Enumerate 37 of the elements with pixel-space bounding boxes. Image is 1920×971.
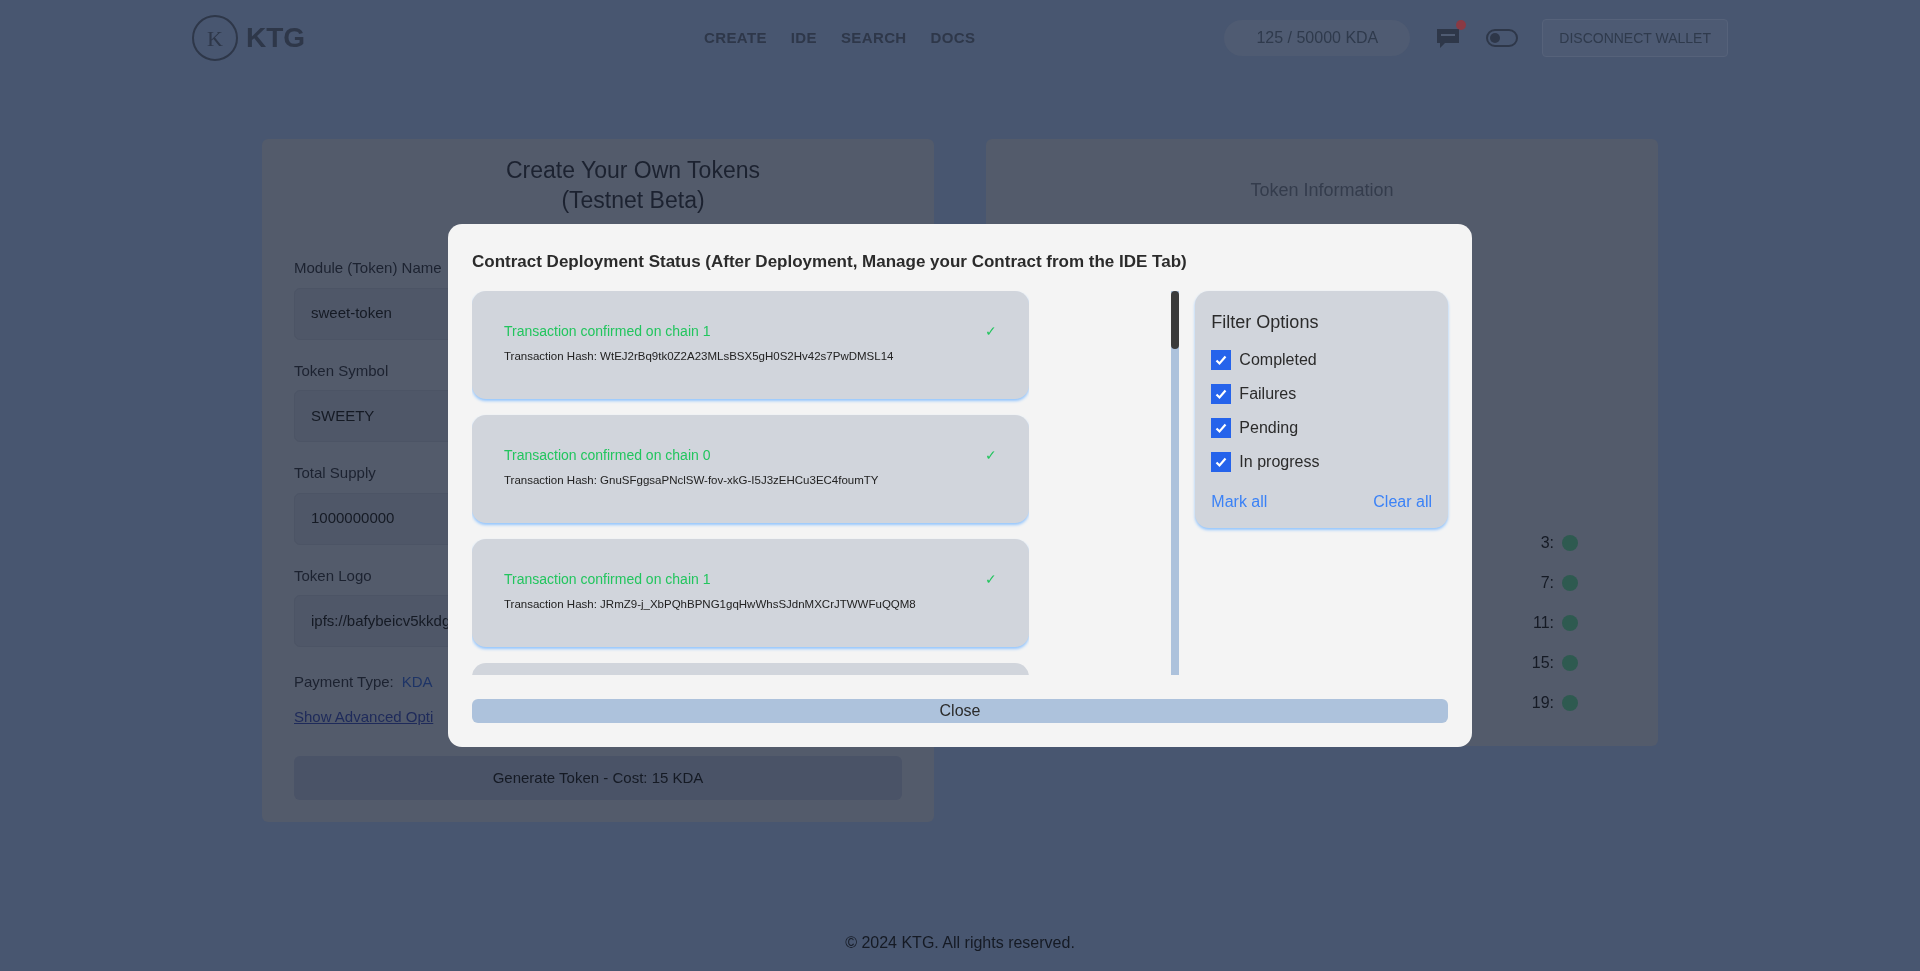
scrollbar[interactable]: [1171, 290, 1180, 675]
chain-label: 15:: [1531, 653, 1554, 673]
chain-label: 3:: [1540, 533, 1554, 553]
mark-all-link[interactable]: Mark all: [1211, 489, 1268, 514]
field-label: Token Logo: [294, 565, 372, 586]
transaction-status: Transaction confirmed on chain 0: [504, 445, 711, 465]
transaction-status: Transaction confirmed on chain 1: [504, 569, 711, 589]
footer-text: © 2024 KTG. All rights reserved.: [845, 933, 1075, 953]
payment-type-label: Payment Type:: [294, 672, 394, 692]
chain-label: 7:: [1540, 573, 1554, 593]
checkbox[interactable]: [1211, 383, 1232, 404]
generate-token-button[interactable]: Generate Token - Cost: 15 KDA: [294, 756, 902, 800]
chain-label: 11:: [1532, 613, 1554, 633]
filter-title: Filter Options: [1211, 310, 1320, 334]
field-label: Token Symbol: [294, 360, 389, 381]
dialog-title: Contract Deployment Status (After Deployment, Manage your Contract from the IDE Tab): [472, 251, 1188, 273]
checkbox-label: Failures: [1239, 383, 1297, 404]
transaction-hash: Transaction Hash: WtEJ2rBq9tk0Z2A23MLsBSX5gH0S2Hv42s7PwDMSL14: [504, 348, 895, 364]
transaction-hash: Transaction Hash: GnuSFggsaPNclSW-fov-xkG-I5J3zEHCu3EC4foumTY: [504, 472, 880, 488]
checkbox-label: Completed: [1239, 349, 1317, 370]
checkbox[interactable]: [1211, 349, 1232, 370]
close-button[interactable]: Close: [472, 698, 1448, 723]
checkbox-label: In progress: [1239, 451, 1320, 472]
checkbox[interactable]: [1211, 417, 1232, 438]
transaction-status: Transaction confirmed on chain 1: [504, 321, 711, 341]
checkbox-label: Pending: [1239, 417, 1299, 438]
chain-label: 19:: [1531, 693, 1554, 713]
check-mark: ✓: [985, 321, 998, 341]
transaction-hash: Transaction Hash: JRmZ9-j_XbPQhBPNG1gqHwWhsSJdnMXCrJTWWFuQQM8: [504, 596, 917, 612]
field-label: Total Supply: [294, 463, 376, 483]
theme-toggle[interactable]: [1486, 29, 1519, 47]
check-mark: ✓: [985, 445, 998, 465]
clear-all-link[interactable]: Clear all: [1373, 489, 1432, 514]
check-mark: ✓: [985, 569, 998, 589]
checkbox[interactable]: [1211, 451, 1232, 472]
card-title: Create Your Own Tokens (Testnet Beta): [505, 156, 761, 215]
field-label: Module (Token) Name: [294, 258, 442, 278]
